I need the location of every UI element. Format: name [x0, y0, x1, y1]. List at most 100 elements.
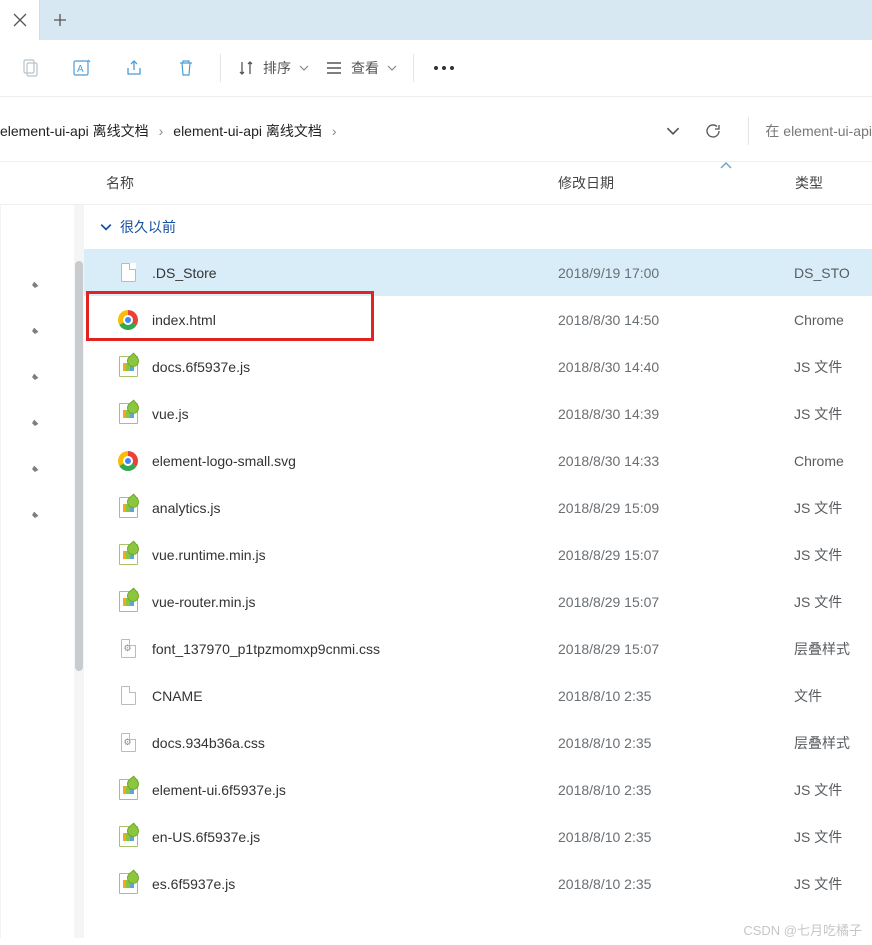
- file-list: 很久以前 .DS_Store 2018/9/19 17:00 DS_STOindex…: [84, 205, 872, 938]
- file-date: 2018/8/10 2:35: [558, 782, 651, 798]
- chevron-down-icon[interactable]: [666, 124, 680, 138]
- file-date: 2018/8/10 2:35: [558, 688, 651, 704]
- file-date: 2018/8/30 14:39: [558, 406, 659, 422]
- copy-icon[interactable]: [4, 48, 56, 88]
- file-type: JS 文件: [794, 780, 842, 800]
- file-row[interactable]: element-logo-small.svg2018/8/30 14:33Chr…: [84, 437, 872, 484]
- pin-icon[interactable]: [26, 502, 49, 525]
- file-date: 2018/9/19 17:00: [558, 265, 659, 281]
- file-name: vue.js: [152, 406, 189, 422]
- share-icon[interactable]: [108, 48, 160, 88]
- file-row[interactable]: index.html 2018/8/30 14:50 Chrome: [84, 296, 872, 343]
- view-dropdown[interactable]: 查看: [317, 48, 405, 88]
- breadcrumb-item[interactable]: element-ui-api 离线文档: [0, 121, 149, 141]
- file-name: element-ui.6f5937e.js: [152, 782, 286, 798]
- delete-icon[interactable]: [160, 48, 212, 88]
- column-name[interactable]: 名称: [106, 173, 134, 193]
- file-date: 2018/8/29 15:07: [558, 547, 659, 563]
- chrome-icon: [118, 310, 138, 330]
- breadcrumb[interactable]: element-ui-api 离线文档 › element-ui-api 离线文…: [0, 121, 650, 141]
- file-type: 文件: [794, 686, 822, 706]
- refresh-icon[interactable]: [704, 122, 722, 140]
- new-tab-button[interactable]: [40, 0, 80, 40]
- rename-icon[interactable]: A: [56, 48, 108, 88]
- file-name: docs.934b36a.css: [152, 735, 265, 751]
- group-header[interactable]: 很久以前: [84, 205, 872, 249]
- tab-strip: [0, 0, 872, 40]
- file-date: 2018/8/30 14:33: [558, 453, 659, 469]
- js-file-icon: [118, 874, 138, 894]
- file-name: docs.6f5937e.js: [152, 359, 250, 375]
- file-type: JS 文件: [794, 827, 842, 847]
- file-row[interactable]: element-ui.6f5937e.js 2018/8/10 2:35 JS 文件: [84, 766, 872, 813]
- column-type[interactable]: 类型: [795, 173, 823, 193]
- search-input[interactable]: 在 element-ui-api: [753, 121, 872, 141]
- quick-access-rail: [0, 205, 74, 938]
- settings-file-icon: [118, 733, 138, 753]
- pin-icon[interactable]: [26, 272, 49, 295]
- column-headers: 名称 修改日期 类型: [0, 161, 872, 205]
- view-label: 查看: [351, 58, 379, 78]
- js-file-icon: [118, 780, 138, 800]
- file-row[interactable]: font_137970_p1tpzmomxp9cnmi.css2018/8/29…: [84, 625, 872, 672]
- file-date: 2018/8/10 2:35: [558, 829, 651, 845]
- more-button[interactable]: [422, 66, 466, 70]
- chevron-right-icon: ›: [159, 123, 164, 139]
- chevron-down-icon: [387, 63, 397, 73]
- file-date: 2018/8/29 15:07: [558, 594, 659, 610]
- pin-icon[interactable]: [26, 456, 49, 479]
- file-name: .DS_Store: [152, 265, 217, 281]
- pin-icon[interactable]: [26, 318, 49, 341]
- file-row[interactable]: en-US.6f5937e.js 2018/8/10 2:35 JS 文件: [84, 813, 872, 860]
- js-file-icon: [118, 498, 138, 518]
- file-type: Chrome: [794, 312, 844, 328]
- file-name: en-US.6f5937e.js: [152, 829, 260, 845]
- column-date[interactable]: 修改日期: [558, 173, 614, 193]
- file-type: 层叠样式: [794, 733, 850, 753]
- pin-icon[interactable]: [26, 410, 49, 433]
- file-row[interactable]: analytics.js2018/8/29 15:09JS 文件: [84, 484, 872, 531]
- file-type: JS 文件: [794, 592, 842, 612]
- file-row[interactable]: docs.934b36a.css 2018/8/10 2:35 层叠样式: [84, 719, 872, 766]
- breadcrumb-item[interactable]: element-ui-api 离线文档: [173, 121, 322, 141]
- file-name: element-logo-small.svg: [152, 453, 296, 469]
- sort-dropdown[interactable]: 排序: [229, 48, 317, 88]
- file-date: 2018/8/29 15:07: [558, 641, 659, 657]
- file-type: JS 文件: [794, 874, 842, 894]
- file-type: DS_STO: [794, 265, 850, 281]
- file-row[interactable]: docs.6f5937e.js2018/8/30 14:40JS 文件: [84, 343, 872, 390]
- file-type: JS 文件: [794, 498, 842, 518]
- chrome-icon: [118, 451, 138, 471]
- file-date: 2018/8/29 15:09: [558, 500, 659, 516]
- file-name: index.html: [152, 312, 216, 328]
- file-icon: [118, 686, 138, 706]
- file-date: 2018/8/30 14:40: [558, 359, 659, 375]
- file-name: vue.runtime.min.js: [152, 547, 266, 563]
- file-date: 2018/8/10 2:35: [558, 735, 651, 751]
- chevron-down-icon: [299, 63, 309, 73]
- file-row[interactable]: vue.runtime.min.js 2018/8/29 15:07 JS 文件: [84, 531, 872, 578]
- js-file-icon: [118, 357, 138, 377]
- file-date: 2018/8/10 2:35: [558, 876, 651, 892]
- chevron-down-icon: [100, 221, 112, 233]
- address-bar: element-ui-api 离线文档 › element-ui-api 离线文…: [0, 96, 872, 161]
- file-row[interactable]: vue-router.min.js2018/8/29 15:07JS 文件: [84, 578, 872, 625]
- file-date: 2018/8/30 14:50: [558, 312, 659, 328]
- toolbar-separator: [220, 54, 221, 82]
- scrollbar[interactable]: [74, 205, 84, 938]
- file-row[interactable]: es.6f5937e.js 2018/8/10 2:35 JS 文件: [84, 860, 872, 907]
- js-file-icon: [118, 404, 138, 424]
- tab-close-button[interactable]: [0, 0, 40, 40]
- pin-icon[interactable]: [26, 364, 49, 387]
- settings-file-icon: [118, 639, 138, 659]
- toolbar-separator: [413, 54, 414, 82]
- file-type: JS 文件: [794, 545, 842, 565]
- file-row[interactable]: .DS_Store 2018/9/19 17:00 DS_STO: [84, 249, 872, 296]
- file-name: es.6f5937e.js: [152, 876, 235, 892]
- file-row[interactable]: vue.js2018/8/30 14:39JS 文件: [84, 390, 872, 437]
- file-row[interactable]: CNAME2018/8/10 2:35文件: [84, 672, 872, 719]
- scrollbar-thumb[interactable]: [75, 261, 83, 671]
- svg-text:A: A: [77, 64, 84, 75]
- separator: [748, 117, 749, 145]
- js-file-icon: [118, 827, 138, 847]
